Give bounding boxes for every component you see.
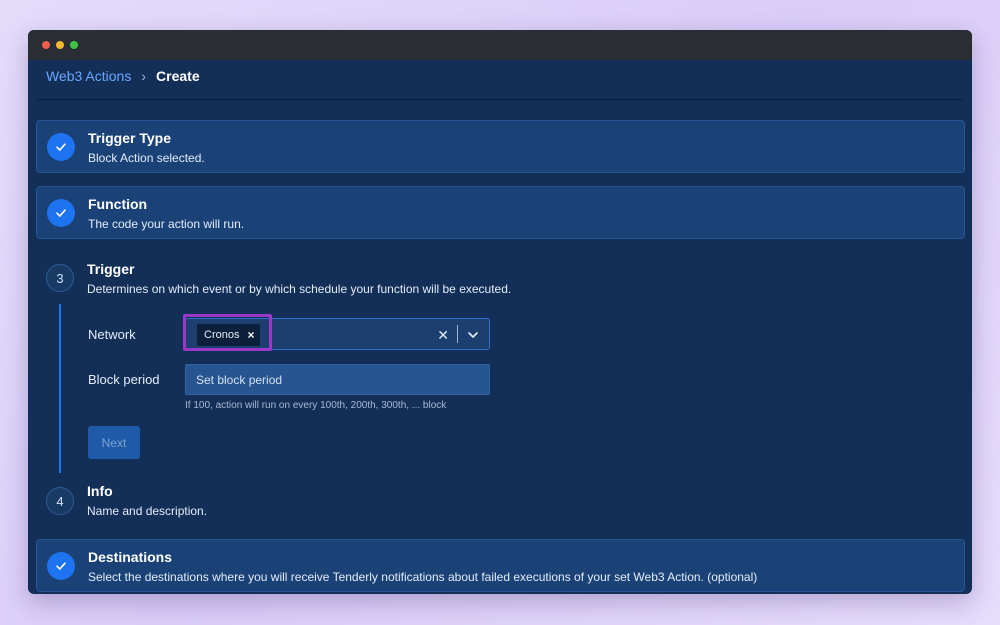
step-title: Trigger Type (88, 130, 171, 146)
next-button[interactable]: Next (88, 426, 140, 459)
block-period-label: Block period (88, 372, 160, 387)
minimize-window-button[interactable] (56, 41, 64, 49)
step-description: Name and description. (87, 504, 208, 518)
step-description: Block Action selected. (88, 151, 205, 165)
step-title: Destinations (88, 549, 173, 565)
select-separator (457, 325, 458, 343)
step-number-badge: 3 (46, 264, 74, 292)
step-trigger-type[interactable]: Trigger Type Block Action selected. (36, 120, 965, 173)
header-divider (36, 99, 964, 100)
step-function[interactable]: Function The code your action will run. (36, 186, 965, 239)
title-bar (28, 30, 972, 60)
step-description: Select the destinations where you will r… (88, 570, 758, 584)
close-window-button[interactable] (42, 41, 50, 49)
breadcrumb-web3-actions[interactable]: Web3 Actions (46, 68, 131, 84)
check-icon (47, 199, 75, 227)
breadcrumb-create: Create (156, 68, 200, 84)
step-trigger: 3 Trigger Determines on which event or b… (36, 255, 965, 485)
maximize-window-button[interactable] (70, 41, 78, 49)
chevron-down-icon[interactable] (467, 329, 479, 341)
step-number-badge: 4 (46, 487, 74, 515)
network-label: Network (88, 327, 136, 342)
block-period-input[interactable] (185, 364, 490, 395)
focus-highlight (183, 314, 272, 351)
step-title: Function (88, 196, 148, 212)
step-progress-line (59, 304, 61, 473)
app-window: Web3 Actions › Create Trigger Type Block… (28, 30, 972, 594)
block-period-hint: If 100, action will run on every 100th, … (185, 400, 447, 411)
step-description: Determines on which event or by which sc… (87, 282, 512, 296)
breadcrumb: Web3 Actions › Create (46, 68, 200, 84)
chevron-right-icon: › (141, 68, 147, 84)
step-destinations[interactable]: Destinations Select the destinations whe… (36, 539, 965, 592)
step-title: Trigger (87, 261, 135, 277)
step-title: Info (87, 483, 113, 499)
check-icon (47, 552, 75, 580)
step-info[interactable]: 4 Info Name and description. (36, 476, 965, 526)
step-description: The code your action will run. (88, 217, 245, 231)
close-icon[interactable]: ✕ (437, 327, 449, 344)
check-icon (47, 133, 75, 161)
